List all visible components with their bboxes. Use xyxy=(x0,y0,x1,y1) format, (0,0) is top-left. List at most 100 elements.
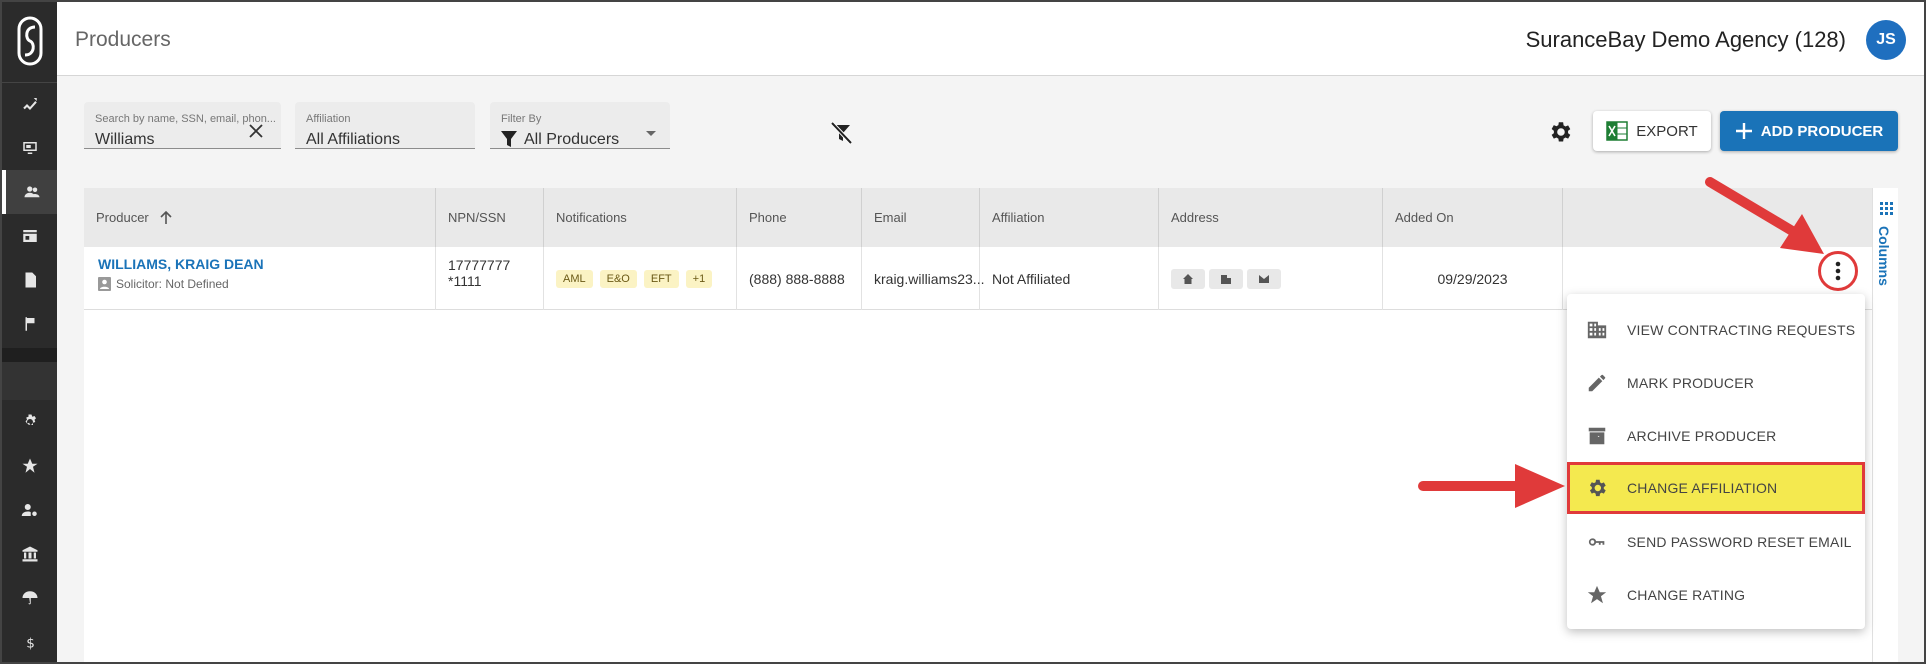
menu-item-mark-producer[interactable]: MARK PRODUCER xyxy=(1567,357,1865,409)
menu-item-label: SEND PASSWORD RESET EMAIL xyxy=(1627,534,1852,550)
key-icon xyxy=(1588,538,1605,546)
search-field[interactable]: Search by name, SSN, email, phon... Will… xyxy=(84,102,281,149)
cell-email: kraig.williams23... xyxy=(862,247,984,310)
cell-phone: (888) 888-8888 xyxy=(737,247,862,310)
sidebar: $ xyxy=(2,2,57,662)
sidebar-item-documents[interactable] xyxy=(2,258,57,302)
add-producer-button[interactable]: ADD PRODUCER xyxy=(1720,111,1898,151)
npn-value: 17777777 xyxy=(448,257,511,273)
column-header-phone[interactable]: Phone xyxy=(737,188,862,247)
column-header-producer[interactable]: Producer xyxy=(84,188,436,247)
add-producer-label: ADD PRODUCER xyxy=(1760,122,1884,140)
filter-by-value: All Producers xyxy=(524,131,620,148)
annotation-arrow-kebab xyxy=(1705,177,1824,254)
producer-name-link[interactable]: WILLIAMS, KRAIG DEAN xyxy=(98,256,264,272)
app-window: $ Producers SuranceBay Demo Agency (128)… xyxy=(0,0,1926,664)
column-header-address[interactable]: Address xyxy=(1159,188,1383,247)
address-home-chip[interactable] xyxy=(1171,268,1205,289)
notification-badge-more[interactable]: +1 xyxy=(685,269,713,288)
sidebar-item-dashboard[interactable] xyxy=(2,126,57,170)
excel-icon xyxy=(1606,121,1629,141)
people-icon xyxy=(24,186,39,198)
solicitor-info: Solicitor: Not Defined xyxy=(98,277,229,291)
monitor-icon xyxy=(22,142,37,154)
grid-icon xyxy=(1880,202,1893,215)
storefront-icon xyxy=(22,230,37,242)
sidebar-item-store[interactable] xyxy=(2,214,57,258)
menu-item-label: ARCHIVE PRODUCER xyxy=(1627,428,1777,444)
address-business-chip[interactable] xyxy=(1209,268,1243,289)
affiliation-field[interactable]: Affiliation All Affiliations xyxy=(295,102,475,149)
mail-icon xyxy=(1259,274,1269,283)
filter-by-select[interactable]: Filter By All Producers xyxy=(490,102,670,149)
menu-item-label: CHANGE AFFILIATION xyxy=(1627,480,1778,496)
sidebar-item-commissions[interactable]: $ xyxy=(2,620,57,662)
star-icon xyxy=(1587,585,1607,604)
solicitor-text: Solicitor: Not Defined xyxy=(116,277,229,291)
sidebar-item-carriers[interactable] xyxy=(2,532,57,576)
document-icon xyxy=(25,272,36,288)
column-header-npn-ssn[interactable]: NPN/SSN xyxy=(436,188,544,247)
chart-icon xyxy=(22,98,37,110)
notification-badge-eft[interactable]: EFT xyxy=(643,269,679,288)
agency-selector[interactable]: SuranceBay Demo Agency (128) xyxy=(1526,27,1846,53)
clear-search-icon[interactable] xyxy=(249,124,263,138)
cell-added-on: 09/29/2023 xyxy=(1383,247,1563,310)
app-logo[interactable] xyxy=(2,2,57,80)
settings-gear-icon[interactable] xyxy=(1547,119,1573,145)
cell-address xyxy=(1159,247,1383,310)
notification-badge-eo[interactable]: E&O xyxy=(599,269,637,288)
cell-affiliation: Not Affiliated xyxy=(980,247,1159,310)
affiliation-label: Affiliation xyxy=(306,113,351,125)
sidebar-item-analytics[interactable] xyxy=(2,82,57,126)
column-header-notifications[interactable]: Notifications xyxy=(544,188,737,247)
notification-badge-aml[interactable]: AML xyxy=(556,269,593,288)
building-icon xyxy=(1587,321,1607,339)
menu-item-view-contracting-requests[interactable]: VIEW CONTRACTING REQUESTS xyxy=(1567,304,1865,356)
export-label: EXPORT xyxy=(1636,122,1698,140)
avatar[interactable]: JS xyxy=(1866,20,1906,60)
annotation-arrow-change-affiliation xyxy=(1418,464,1565,508)
menu-item-change-affiliation[interactable]: CHANGE AFFILIATION xyxy=(1567,462,1865,514)
sidebar-separator xyxy=(2,348,57,362)
menu-item-send-password-reset-email[interactable]: SEND PASSWORD RESET EMAIL xyxy=(1567,516,1865,568)
business-icon xyxy=(1221,274,1231,284)
page-title: Producers xyxy=(75,28,171,51)
home-icon xyxy=(1183,273,1193,284)
affiliation-value[interactable]: All Affiliations xyxy=(306,131,400,149)
gear-icon xyxy=(25,414,36,425)
cell-producer: WILLIAMS, KRAIG DEAN Solicitor: Not Defi… xyxy=(84,247,436,310)
columns-panel-toggle[interactable]: Columns xyxy=(1872,188,1898,662)
menu-item-label: MARK PRODUCER xyxy=(1627,375,1755,391)
plus-icon xyxy=(1735,123,1752,139)
top-header: Producers SuranceBay Demo Agency (128) J… xyxy=(57,2,1924,76)
menu-item-change-rating[interactable]: CHANGE RATING xyxy=(1567,569,1865,621)
columns-label: Columns xyxy=(1876,226,1892,286)
sort-ascending-icon[interactable] xyxy=(159,210,173,225)
flag-icon xyxy=(25,317,34,331)
contact-card-icon xyxy=(98,277,111,291)
sidebar-item-flags[interactable] xyxy=(2,302,57,346)
address-mail-chip[interactable] xyxy=(1247,268,1281,289)
cell-npn-ssn: 17777777 *1111 xyxy=(436,247,544,310)
sidebar-item-user-admin[interactable] xyxy=(2,488,57,532)
column-header-added-on[interactable]: Added On xyxy=(1383,188,1563,247)
column-header-email[interactable]: Email xyxy=(862,188,980,247)
export-button[interactable]: EXPORT xyxy=(1593,111,1711,151)
more-vertical-icon xyxy=(1835,261,1841,281)
sidebar-item-producers[interactable] xyxy=(2,170,57,214)
umbrella-icon xyxy=(22,591,37,605)
sidebar-item-settings[interactable] xyxy=(2,400,57,444)
logo-icon xyxy=(17,16,42,66)
table-header: Producer NPN/SSN Notifications Phone Ema… xyxy=(84,188,1873,247)
star-badge-icon xyxy=(22,458,37,473)
search-input[interactable]: Williams xyxy=(95,131,155,149)
gear-icon xyxy=(1589,479,1606,497)
column-header-affiliation[interactable]: Affiliation xyxy=(980,188,1159,247)
svg-text:$: $ xyxy=(26,635,35,651)
sidebar-item-ratings[interactable] xyxy=(2,444,57,488)
menu-item-archive-producer[interactable]: ARCHIVE PRODUCER xyxy=(1567,410,1865,462)
sidebar-item-insurance[interactable] xyxy=(2,576,57,620)
clear-filters-icon[interactable] xyxy=(829,121,853,145)
funnel-icon xyxy=(501,131,517,147)
